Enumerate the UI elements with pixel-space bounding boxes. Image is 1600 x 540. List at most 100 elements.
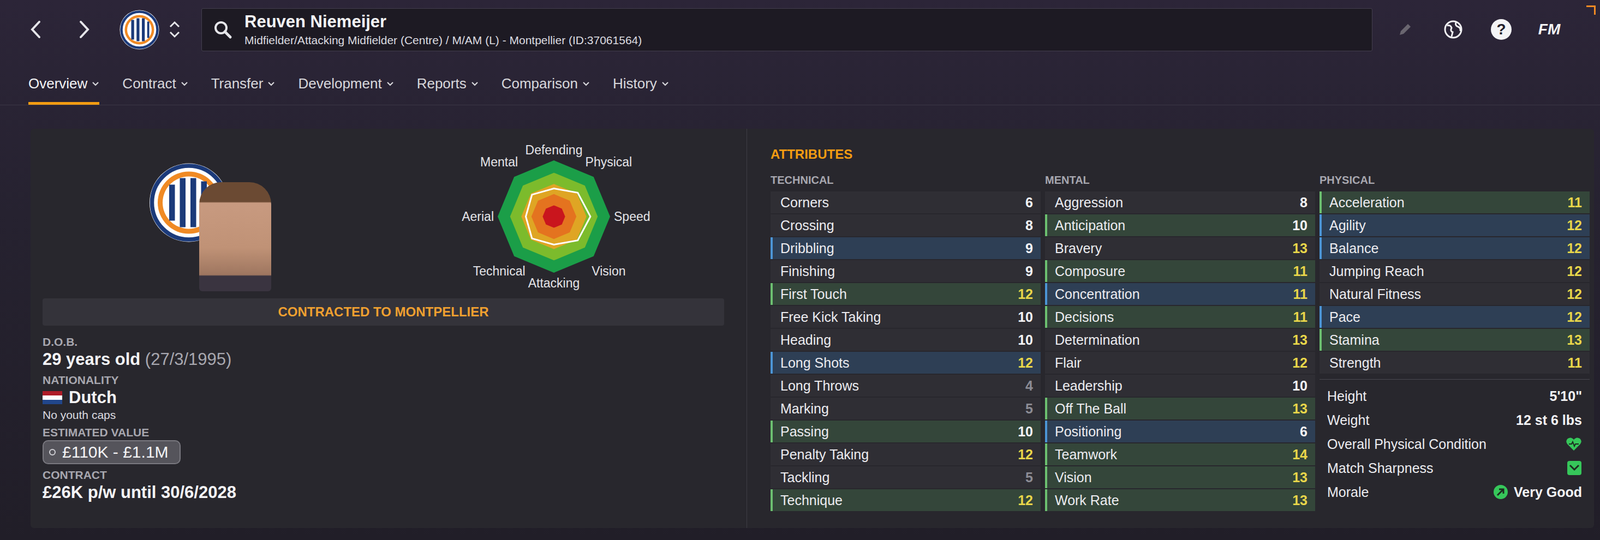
globe-icon	[1442, 19, 1464, 40]
club-crest-icon	[118, 9, 160, 51]
group-heading: MENTAL	[1045, 174, 1316, 187]
search-box[interactable]: Reuven Niemeijer Midfielder/Attacking Mi…	[201, 8, 1373, 52]
attribute-row[interactable]: Finishing 9	[770, 260, 1041, 283]
radar-axis-label: Speed	[613, 209, 651, 224]
group-heading: PHYSICAL	[1319, 174, 1590, 187]
player-profile-screen: Reuven Niemeijer Midfielder/Attacking Mi…	[0, 0, 1600, 540]
chevron-down-icon	[386, 81, 394, 87]
attribute-group: MENTAL Aggression 8Anticipation 10Braver…	[1045, 174, 1316, 513]
attribute-row[interactable]: First Touch 12	[770, 283, 1041, 306]
attribute-row[interactable]: Flair 12	[1045, 351, 1316, 374]
sharpness-icon	[1566, 460, 1582, 476]
attribute-row[interactable]: Long Throws 4	[770, 374, 1041, 397]
player-stepper[interactable]	[168, 20, 181, 39]
tab[interactable]: Transfer	[211, 75, 276, 105]
attribute-row[interactable]: Concentration 11	[1045, 283, 1316, 306]
down-arrow-icon[interactable]	[168, 30, 181, 39]
attribute-row[interactable]: Aggression 8	[1045, 191, 1316, 214]
chevron-down-icon	[582, 81, 590, 87]
attribute-radar-chart: DefendingPhysicalSpeedVisionAttackingTec…	[412, 128, 696, 299]
tab[interactable]: History	[612, 75, 670, 105]
radar-axis-label: Defending	[525, 142, 583, 158]
youth-caps: No youth caps	[42, 408, 725, 422]
netherlands-flag-icon	[42, 391, 63, 405]
attribute-row[interactable]: Bravery 13	[1045, 237, 1316, 260]
attribute-row[interactable]: Marking 5	[770, 397, 1041, 420]
pill-dot-icon	[49, 449, 56, 456]
attribute-row[interactable]: Positioning 6	[1045, 420, 1316, 443]
fm-menu-button[interactable]: FM	[1525, 19, 1574, 40]
attribute-row[interactable]: Crossing 8	[770, 214, 1041, 237]
radar-player-shape	[526, 188, 591, 246]
value-label: ESTIMATED VALUE	[42, 426, 725, 440]
pencil-icon	[1396, 21, 1414, 38]
tab[interactable]: Overview	[28, 75, 100, 105]
search-icon	[212, 19, 233, 40]
help-icon: ?	[1490, 19, 1512, 40]
attribute-row[interactable]: Composure 11	[1045, 260, 1316, 283]
up-arrow-icon[interactable]	[168, 20, 181, 29]
attribute-row[interactable]: Stamina 13	[1319, 329, 1590, 351]
nationality-value[interactable]: Dutch	[42, 387, 725, 408]
attribute-row[interactable]: Long Shots 12	[770, 351, 1041, 374]
attribute-row[interactable]: Balance 12	[1319, 237, 1590, 260]
attribute-row[interactable]: Jumping Reach 12	[1319, 260, 1590, 283]
attribute-row[interactable]: Acceleration 11	[1319, 191, 1590, 214]
chevron-down-icon	[470, 81, 479, 87]
attribute-row[interactable]: Passing 10	[770, 420, 1041, 443]
attribute-row[interactable]: Agility 12	[1319, 214, 1590, 237]
tab[interactable]: Reports	[416, 75, 479, 105]
tab[interactable]: Contract	[122, 75, 188, 105]
fm-logo: FM	[1538, 20, 1561, 39]
attribute-row[interactable]: Heading 10	[770, 329, 1041, 351]
nationality-label: NATIONALITY	[42, 373, 725, 387]
attribute-row[interactable]: Decisions 11	[1045, 306, 1316, 328]
physical-info-row: Height 5'10"	[1319, 384, 1590, 409]
radar-ring	[521, 183, 587, 249]
player-info: D.O.B. 29 years old (27/3/1995) NATIONAL…	[42, 325, 725, 503]
attribute-row[interactable]: Work Rate 13	[1045, 489, 1316, 512]
estimated-value-pill[interactable]: £110K - £1.1M	[42, 440, 181, 465]
attribute-row[interactable]: Free Kick Taking 10	[770, 306, 1041, 328]
world-button[interactable]	[1429, 19, 1478, 40]
attribute-row[interactable]: Natural Fitness 12	[1319, 283, 1590, 306]
attribute-row[interactable]: Pace 12	[1319, 306, 1590, 328]
help-button[interactable]: ?	[1477, 19, 1526, 40]
attribute-row[interactable]: Leadership 10	[1045, 374, 1316, 397]
back-arrow-icon	[30, 20, 43, 39]
player-name: Reuven Niemeijer	[244, 12, 642, 32]
radar-ring	[542, 205, 565, 228]
attribute-row[interactable]: Penalty Taking 12	[770, 443, 1041, 466]
attribute-row[interactable]: Dribbling 9	[770, 237, 1041, 260]
profile-section: DefendingPhysicalSpeedVisionAttackingTec…	[30, 128, 748, 529]
attribute-row[interactable]: Off The Ball 13	[1045, 397, 1316, 420]
attributes-section: ATTRIBUTES TECHNICAL Corners 6Crossing 8…	[747, 128, 1594, 529]
attribute-row[interactable]: Technique 12	[770, 489, 1041, 512]
radar-ring	[531, 194, 577, 240]
group-heading: TECHNICAL	[770, 174, 1041, 187]
player-positions: Midfielder/Attacking Midfielder (Centre)…	[244, 33, 642, 47]
chevron-down-icon	[661, 81, 670, 87]
edit-button[interactable]	[1381, 19, 1430, 40]
attributes-heading: ATTRIBUTES	[770, 146, 1590, 163]
forward-button[interactable]	[60, 13, 109, 46]
dob-label: D.O.B.	[42, 335, 725, 349]
back-button[interactable]	[12, 13, 61, 46]
club-badge[interactable]	[118, 9, 160, 51]
attribute-row[interactable]: Tackling 5	[770, 466, 1041, 489]
forward-arrow-icon	[78, 20, 91, 39]
chevron-down-icon	[180, 81, 189, 87]
physical-info-row: Weight 12 st 6 lbs	[1319, 408, 1590, 433]
attribute-row[interactable]: Teamwork 14	[1045, 443, 1316, 466]
attribute-row[interactable]: Anticipation 10	[1045, 214, 1316, 237]
attribute-row[interactable]: Determination 13	[1045, 329, 1316, 351]
attribute-row[interactable]: Corners 6	[770, 191, 1041, 214]
tab[interactable]: Comparison	[501, 75, 590, 105]
chevron-down-icon	[91, 81, 100, 87]
tab-bar: Overview Contract Transfer Development R…	[0, 58, 1600, 106]
attribute-row[interactable]: Vision 13	[1045, 466, 1316, 489]
attribute-row[interactable]: Strength 11	[1319, 351, 1590, 374]
attribute-group: TECHNICAL Corners 6Crossing 8Dribbling 9…	[770, 174, 1041, 513]
morale-arrow-icon	[1493, 484, 1509, 500]
tab[interactable]: Development	[297, 75, 394, 105]
